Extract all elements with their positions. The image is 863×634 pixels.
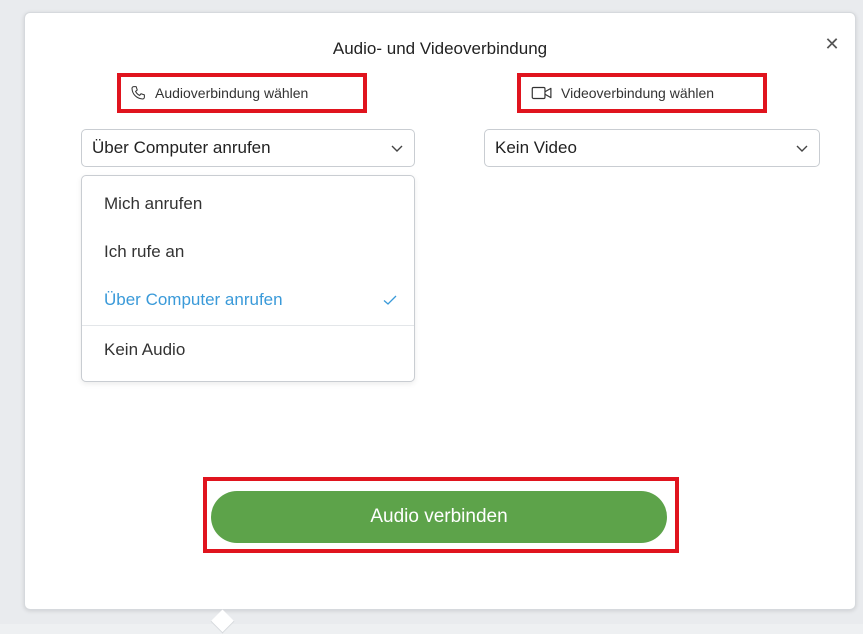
audio-option-kein-audio[interactable]: Kein Audio <box>82 326 414 374</box>
video-section-label-text: Videoverbindung wählen <box>561 85 715 101</box>
video-select-value: Kein Video <box>495 138 577 157</box>
checkmark-icon <box>383 295 397 305</box>
audio-option-ich-rufe-an[interactable]: Ich rufe an <box>82 228 414 276</box>
video-connection-select[interactable]: Kein Video <box>484 129 820 167</box>
audio-video-dialog: Audio- und Videoverbindung ✕ Audioverbin… <box>24 12 856 634</box>
option-label: Über Computer anrufen <box>104 290 283 309</box>
video-section-label: Videoverbindung wählen <box>531 84 714 102</box>
audio-section-label: Audioverbindung wählen <box>129 84 308 102</box>
audio-connection-select[interactable]: Über Computer anrufen <box>81 129 415 167</box>
chevron-down-icon <box>391 145 403 152</box>
chevron-down-icon <box>796 145 808 152</box>
dialog-title: Audio- und Videoverbindung <box>332 39 548 58</box>
audio-select-value: Über Computer anrufen <box>92 138 271 157</box>
connect-audio-button[interactable]: Audio verbinden <box>211 491 667 543</box>
close-icon[interactable]: ✕ <box>821 33 843 55</box>
video-camera-icon <box>531 86 552 100</box>
audio-option-mich-anrufen[interactable]: Mich anrufen <box>82 180 414 228</box>
audio-options-dropdown: Mich anrufen Ich rufe an Über Computer a… <box>81 175 415 382</box>
option-label: Ich rufe an <box>104 242 185 261</box>
audio-section-label-text: Audioverbindung wählen <box>155 85 309 101</box>
option-label: Mich anrufen <box>104 194 203 213</box>
option-label: Kein Audio <box>104 340 186 359</box>
phone-icon <box>131 86 145 100</box>
audio-option-ueber-computer[interactable]: Über Computer anrufen <box>82 276 414 324</box>
